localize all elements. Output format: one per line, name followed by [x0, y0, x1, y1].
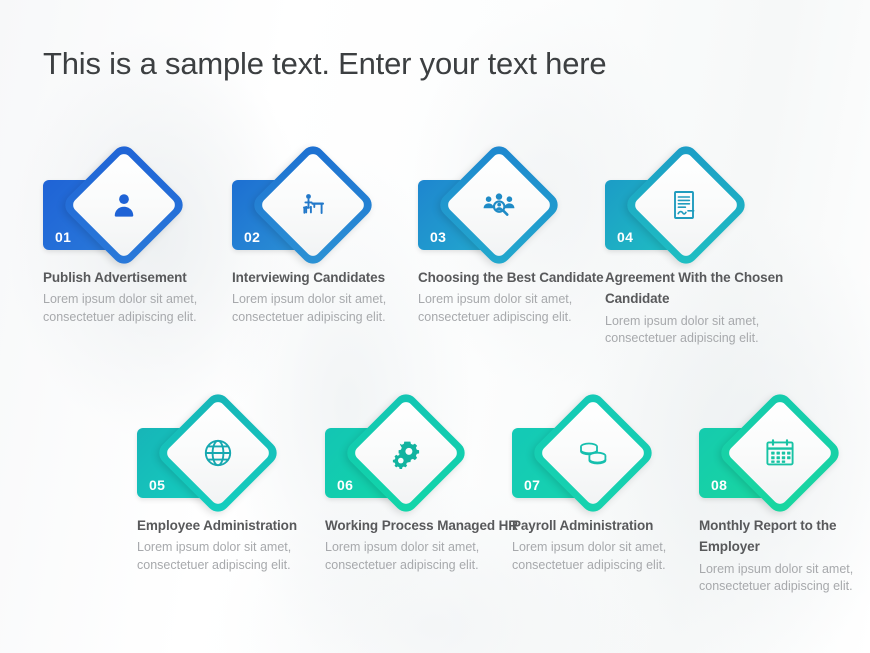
step-diamond	[249, 141, 377, 269]
step-badge: 03	[418, 141, 568, 269]
step-number: 08	[711, 477, 728, 493]
step-badge: 05	[137, 389, 287, 517]
step-number: 02	[244, 229, 261, 245]
calendar-icon	[735, 408, 825, 498]
contract-document-icon	[641, 160, 731, 250]
step-description: Lorem ipsum dolor sit amet, consectetuer…	[699, 561, 854, 594]
step-title: Working Process Managed HR	[325, 518, 518, 533]
step-description: Lorem ipsum dolor sit amet, consectetuer…	[512, 540, 667, 573]
step-number: 05	[149, 477, 166, 493]
step-badge: 04	[605, 141, 755, 269]
step-description: Lorem ipsum dolor sit amet, consectetuer…	[232, 292, 387, 325]
step-title: Choosing the Best Candidate	[418, 270, 604, 285]
step-diamond	[529, 389, 657, 517]
step-title: Payroll Administration	[512, 518, 654, 533]
step-diamond	[342, 389, 470, 517]
step-item-03[interactable]: 03 Choosing the Best Candidate Lorem ips…	[418, 141, 618, 327]
person-icon	[79, 160, 169, 250]
step-number: 07	[524, 477, 541, 493]
step-badge: 02	[232, 141, 382, 269]
step-number: 04	[617, 229, 634, 245]
slide-canvas: This is a sample text. Enter your text h…	[0, 0, 870, 653]
step-item-01[interactable]: 01 Publish Advertisement Lorem ipsum dol…	[43, 141, 243, 327]
step-description: Lorem ipsum dolor sit amet, consectetuer…	[43, 292, 198, 325]
step-description: Lorem ipsum dolor sit amet, consectetuer…	[325, 540, 480, 573]
step-item-02[interactable]: 02 Interviewing Candidates Lorem ipsum d…	[232, 141, 432, 327]
step-description: Lorem ipsum dolor sit amet, consectetuer…	[605, 313, 760, 346]
step-description: Lorem ipsum dolor sit amet, consectetuer…	[137, 540, 292, 573]
gears-icon	[361, 408, 451, 498]
step-title: Publish Advertisement	[43, 270, 187, 285]
step-diamond	[622, 141, 750, 269]
page-title: This is a sample text. Enter your text h…	[43, 46, 607, 81]
coins-icon	[548, 408, 638, 498]
step-number: 03	[430, 229, 447, 245]
step-badge: 07	[512, 389, 662, 517]
step-title: Interviewing Candidates	[232, 270, 385, 285]
step-number: 01	[55, 229, 72, 245]
step-item-07[interactable]: 07 Payroll Administration Lorem ipsum do…	[512, 389, 712, 575]
globe-icon	[173, 408, 263, 498]
step-diamond	[154, 389, 282, 517]
step-item-08[interactable]: 08 Monthly Report to the Employer Lorem …	[699, 389, 870, 596]
person-at-desk-icon	[268, 160, 358, 250]
step-item-04[interactable]: 04 Agreement With the Chosen Candidate L…	[605, 141, 805, 348]
step-badge: 06	[325, 389, 475, 517]
step-number: 06	[337, 477, 354, 493]
step-item-06[interactable]: 06 Working Process Managed HR Lorem ipsu…	[325, 389, 525, 575]
step-item-05[interactable]: 05 Employee Administration Lorem ipsum d…	[137, 389, 337, 575]
step-badge: 08	[699, 389, 849, 517]
step-title: Monthly Report to the Employer	[699, 518, 837, 555]
step-badge: 01	[43, 141, 193, 269]
step-title: Employee Administration	[137, 518, 297, 533]
step-description: Lorem ipsum dolor sit amet, consectetuer…	[418, 292, 573, 325]
step-title: Agreement With the Chosen Candidate	[605, 270, 784, 307]
step-diamond	[435, 141, 563, 269]
step-diamond	[60, 141, 188, 269]
step-diamond	[716, 389, 844, 517]
group-search-icon	[454, 160, 544, 250]
